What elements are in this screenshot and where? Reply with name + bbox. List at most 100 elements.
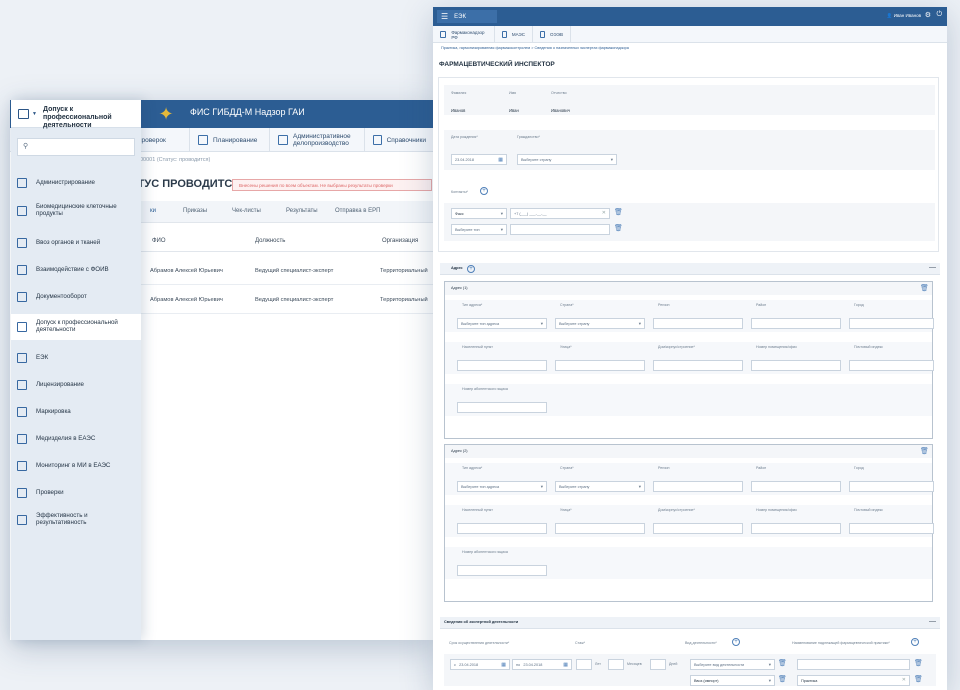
trash-icon[interactable]: 🗑 (914, 675, 923, 684)
gear-icon[interactable]: ⚙ (925, 11, 931, 19)
address-type-select[interactable]: Выберите тип адреса (457, 481, 547, 492)
trash-icon[interactable]: 🗑 (778, 659, 787, 668)
tab-orders[interactable]: Приказы (183, 208, 207, 214)
sidebar-item-organ-import[interactable]: Ввоз органов и тканей (11, 230, 141, 256)
contact-type-select[interactable]: Факс (451, 208, 507, 219)
tab-send-erp[interactable]: Отправка в ЕРП (335, 208, 380, 214)
years-input[interactable] (576, 659, 592, 670)
contact-phone-input[interactable]: +7 (___) ___-__-__ ✕ (510, 208, 610, 219)
po-box-input[interactable] (457, 402, 547, 413)
trash-icon[interactable]: 🗑 (914, 659, 923, 668)
sidebar-item-marking[interactable]: Маркировка (11, 399, 141, 425)
po-box-input[interactable] (457, 565, 547, 576)
district-input[interactable] (751, 318, 841, 329)
activity-select[interactable]: Выберите вид деятельности (690, 659, 775, 670)
po-box-label: Номер абонентского ящика (462, 387, 508, 391)
trash-icon[interactable]: 🗑 (778, 675, 787, 684)
expert-section-header[interactable]: Сведения об экспертной деятельности — (440, 617, 940, 629)
address-type-select[interactable]: Выберите тип адреса (457, 318, 547, 329)
months-input[interactable] (608, 659, 624, 670)
address-input[interactable] (457, 523, 547, 534)
tab-results[interactable]: Результаты (286, 208, 318, 214)
user-name[interactable]: 👤 Иван Иванов (887, 13, 921, 19)
days-input[interactable] (650, 659, 666, 670)
collapse-icon[interactable]: — (929, 618, 936, 625)
trash-icon[interactable]: 🗑 (920, 447, 929, 456)
collapse-icon[interactable]: — (929, 264, 936, 271)
table-row[interactable]: Абрамов Алексей Юрьевич Ведущий специали… (140, 286, 435, 314)
calendar-icon[interactable]: ▦ (498, 157, 503, 163)
city-input[interactable] (849, 481, 934, 492)
subnav-oeev[interactable]: ОЭЭВ (533, 26, 571, 43)
sidebar-item-document-flow[interactable]: Документооборот (11, 284, 141, 310)
power-icon[interactable]: ⏻ (936, 11, 942, 19)
trash-icon[interactable]: 🗑 (614, 224, 623, 233)
birthdate-label: Дата рождения* (451, 135, 478, 139)
address-input[interactable] (849, 360, 934, 371)
address-input[interactable] (751, 360, 841, 371)
address-input[interactable] (849, 523, 934, 534)
address-input[interactable] (555, 523, 645, 534)
table-row[interactable]: Абрамов Алексей Юрьевич Ведущий специали… (140, 257, 435, 285)
module-menu-header[interactable]: ▼ Допуск к профессиональной деятельности (11, 100, 141, 129)
hamburger-icon: ☰ (441, 12, 449, 21)
address-input[interactable] (751, 523, 841, 534)
address-section-header[interactable]: Адрес + — (440, 263, 940, 275)
column-header[interactable]: ФИО (152, 238, 166, 244)
activity-select-2[interactable]: Ввоз (импорт) (690, 675, 775, 686)
clear-icon[interactable]: ✕ (602, 210, 606, 216)
tab-inspectors[interactable]: ки (150, 208, 156, 214)
calendar-icon[interactable]: ▦ (563, 662, 568, 668)
district-input[interactable] (751, 481, 841, 492)
tab-checklists[interactable]: Чек-листы (232, 208, 261, 214)
sidebar-item-eec[interactable]: ЕЭК (11, 345, 141, 371)
add-contact-icon[interactable]: + (480, 187, 488, 195)
calendar-icon[interactable]: ▦ (501, 662, 506, 668)
sidebar-item-inspections[interactable]: Проверки (11, 480, 141, 506)
subnav-maes[interactable]: МАЭС (495, 26, 533, 43)
sidebar-item-biomedical[interactable]: Биомедицинские клеточные продукты (11, 198, 141, 224)
field-label: Район (756, 303, 767, 307)
add-activity-icon[interactable]: + (732, 638, 740, 646)
address-input[interactable] (653, 523, 743, 534)
sidebar-item-prof-access[interactable]: Допуск к профессиональной деятельности (11, 314, 141, 340)
city-input[interactable] (849, 318, 934, 329)
clear-icon[interactable]: ✕ (902, 677, 906, 683)
subnav-pharma-rf[interactable]: Фармаконадзор РФ (433, 26, 495, 43)
column-header[interactable]: Организация (382, 238, 418, 244)
date-from-field[interactable]: с 23.04.2018 ▦ (450, 659, 510, 670)
sidebar-item-effectiveness[interactable]: Эффективность и результативность (11, 507, 141, 533)
sidebar-item-med-devices[interactable]: Медизделия в ЕАЭС (11, 426, 141, 452)
country-select[interactable]: Выберите страну (555, 318, 645, 329)
menu-button[interactable]: ☰ ЕЭК (437, 10, 497, 23)
sidebar-item-administration[interactable]: Администрирование (11, 170, 141, 196)
nav-admin-proceedings[interactable]: Административное делопроизводство (270, 128, 365, 152)
address-input[interactable] (457, 360, 547, 371)
add-address-icon[interactable]: + (467, 265, 475, 273)
trash-icon[interactable]: 🗑 (920, 284, 929, 293)
birthdate-field[interactable]: 23.04.2018 ▦ (451, 154, 507, 165)
sidebar-item-foiv[interactable]: Взаимодействие с ФОИВ (11, 257, 141, 283)
address-input[interactable] (555, 360, 645, 371)
region-input[interactable] (653, 481, 743, 492)
column-header[interactable]: Должность (255, 238, 285, 244)
add-practice-icon[interactable]: + (911, 638, 919, 646)
contact2-input[interactable] (510, 224, 610, 235)
nav-planning[interactable]: Планирование (190, 128, 270, 152)
country-select[interactable]: Выберите страну (555, 481, 645, 492)
nav-references[interactable]: Справочники (365, 128, 435, 152)
address-input[interactable] (653, 360, 743, 371)
sidebar-item-monitoring[interactable]: Мониторинг в МИ в ЕАЭС (11, 453, 141, 479)
practice-input[interactable] (797, 659, 910, 670)
date-to-field[interactable]: по 23.04.2018 ▦ (512, 659, 572, 670)
citizenship-select[interactable]: Выберите страну (517, 154, 617, 165)
sidebar-item-licensing[interactable]: Лицензирование (11, 372, 141, 398)
module-search-input[interactable]: ⚲ (17, 138, 135, 156)
field-label: Населенный пункт (462, 508, 493, 512)
practice-input-2[interactable]: Практика ✕ (797, 675, 910, 686)
breadcrumb[interactable]: Практика, гармонизированная фармакоконтр… (441, 46, 629, 50)
region-input[interactable] (653, 318, 743, 329)
trash-icon[interactable]: 🗑 (614, 208, 623, 217)
date-to-value: 23.04.2018 (523, 663, 543, 667)
contact-type2-select[interactable]: Выберите тип (451, 224, 507, 235)
